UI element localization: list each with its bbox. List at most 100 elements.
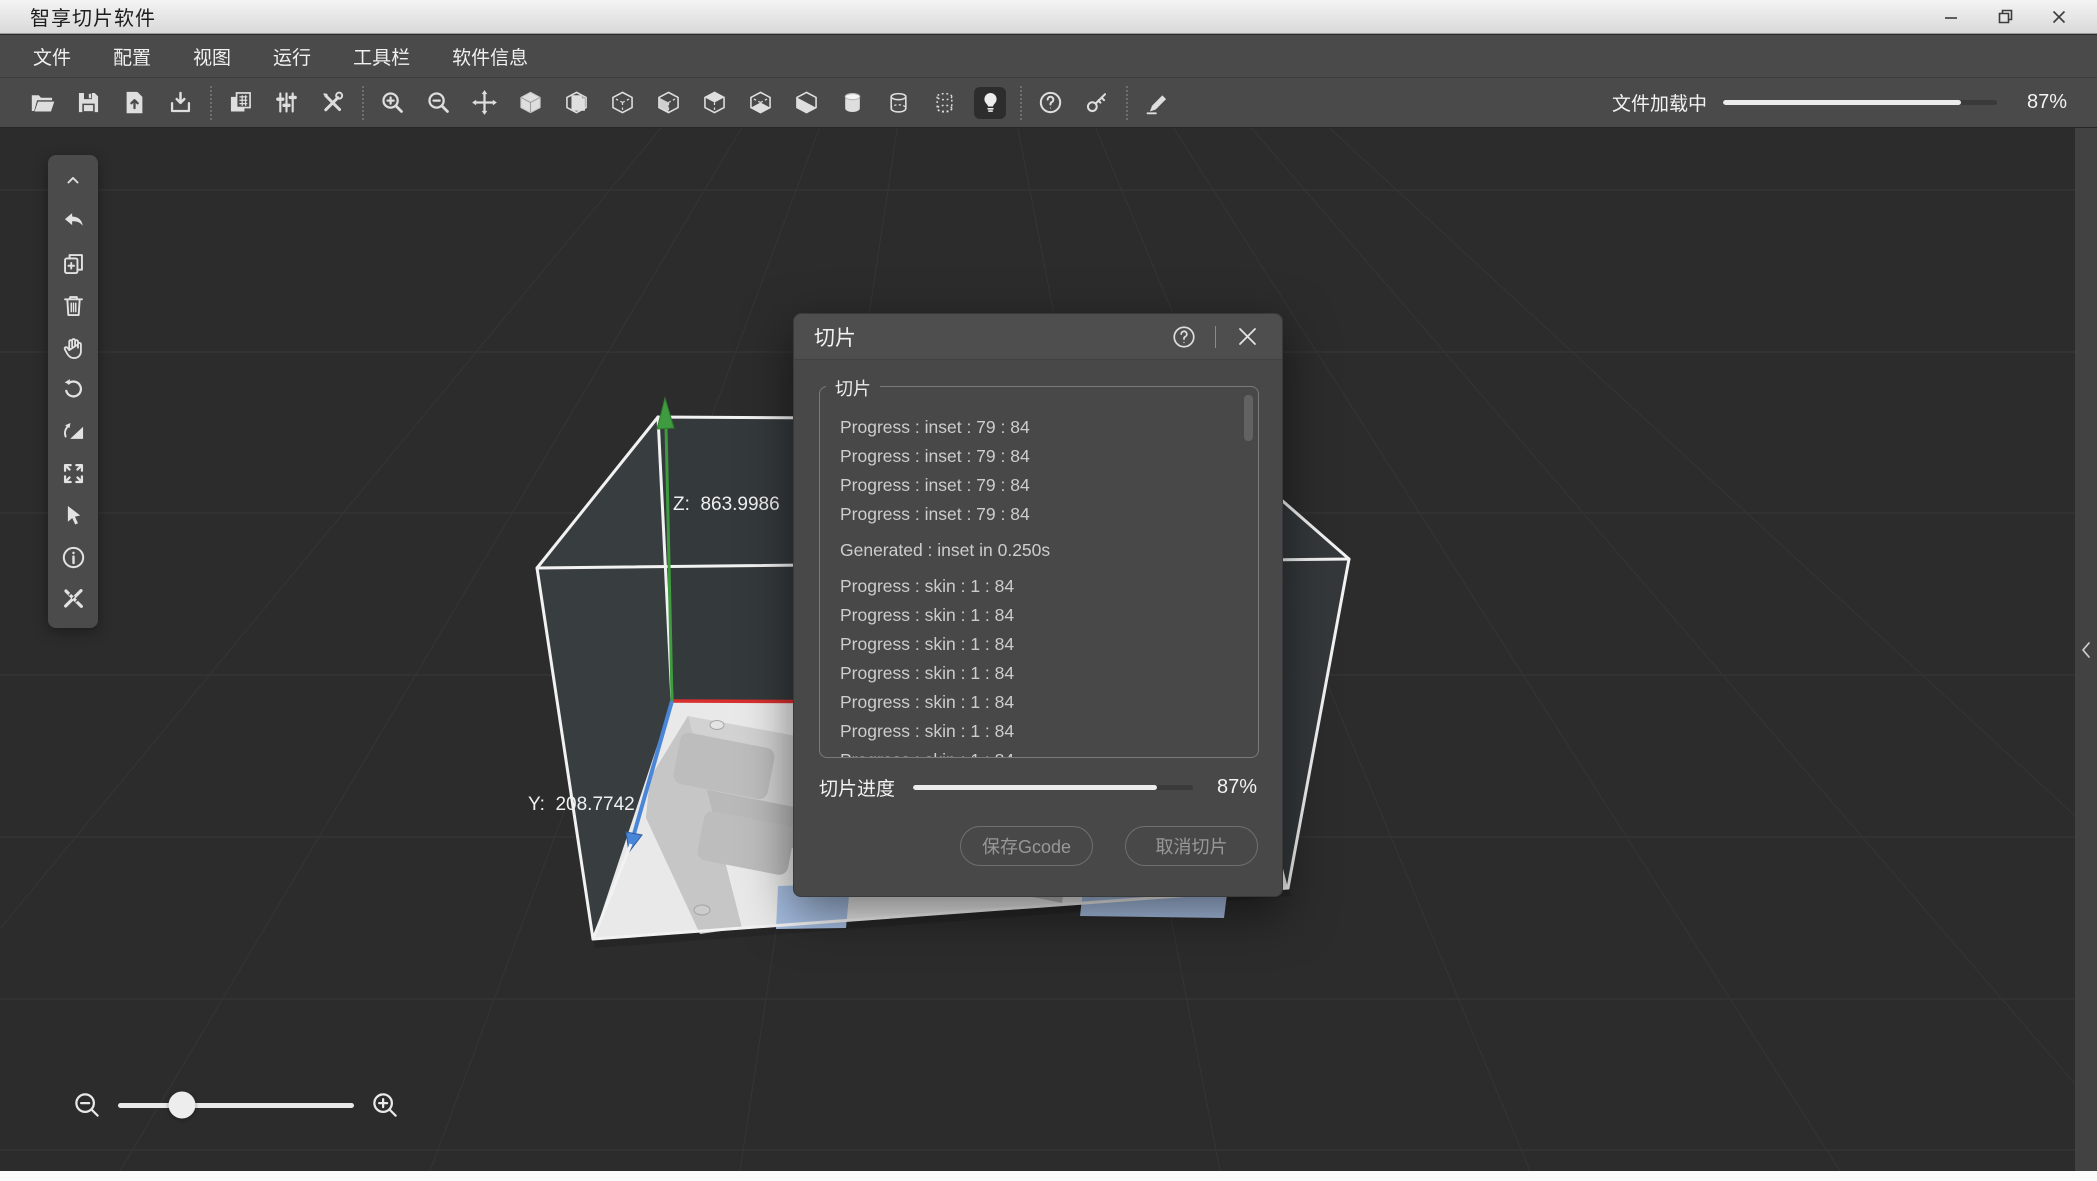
pan-button[interactable] xyxy=(56,331,90,365)
cursor-icon xyxy=(60,502,87,529)
license-key-button[interactable] xyxy=(1080,87,1112,119)
rotate-button[interactable] xyxy=(56,372,90,406)
file-loading-progress-fill xyxy=(1723,100,1961,105)
log-line: Progress : inset : 79 : 84 xyxy=(840,500,1232,529)
question-circle-icon xyxy=(1171,324,1197,350)
select-cursor-button[interactable] xyxy=(56,498,90,532)
minimize-button[interactable] xyxy=(1931,4,1971,30)
view-wireframe-cube-icon xyxy=(609,89,636,116)
menu-about[interactable]: 软件信息 xyxy=(431,35,549,77)
view-solid-cube-button[interactable] xyxy=(514,87,546,119)
view-cylinder-solid-icon xyxy=(839,89,866,116)
save-button[interactable] xyxy=(72,87,104,119)
log-scrollbar-thumb[interactable] xyxy=(1244,395,1253,441)
zoom-slider-track[interactable] xyxy=(118,1103,354,1108)
help-button[interactable] xyxy=(1034,87,1066,119)
open-folder-button[interactable] xyxy=(26,87,58,119)
close-button[interactable] xyxy=(2039,4,2079,30)
duplicate-button[interactable] xyxy=(56,247,90,281)
zoom-in-button[interactable] xyxy=(376,87,408,119)
dialog-close-button[interactable] xyxy=(1232,322,1262,352)
dialog-help-button[interactable] xyxy=(1169,322,1199,352)
chevron-up-icon xyxy=(63,170,83,190)
view-top-face-cube-icon xyxy=(701,89,728,116)
view-sheet-cube-button[interactable] xyxy=(560,87,592,119)
move-icon xyxy=(471,89,498,116)
restore-button[interactable] xyxy=(1985,4,2025,30)
export-model-button[interactable] xyxy=(164,87,196,119)
file-loading-progressbar xyxy=(1723,100,1997,105)
menu-view[interactable]: 视图 xyxy=(172,35,252,77)
view-wireframe-face-cube-icon xyxy=(655,89,682,116)
slice-group-title: 切片 xyxy=(826,375,880,401)
tools-wrench-button[interactable] xyxy=(316,87,348,119)
view-cylinder-solid-button[interactable] xyxy=(836,87,868,119)
collapse-up-button[interactable] xyxy=(56,163,90,197)
dialog-header-divider xyxy=(1215,326,1216,348)
delete-button[interactable] xyxy=(56,289,90,323)
menu-run[interactable]: 运行 xyxy=(252,35,332,77)
copy-sheet-icon xyxy=(227,89,254,116)
menu-file[interactable]: 文件 xyxy=(12,35,92,77)
light-bulb-button[interactable] xyxy=(974,87,1006,119)
log-line: Progress : inset : 79 : 84 xyxy=(840,442,1232,471)
view-cylinder-points-button[interactable] xyxy=(928,87,960,119)
info-button[interactable] xyxy=(56,540,90,574)
file-loading-indicator: 文件加载中 87% xyxy=(1612,89,2067,116)
restore-icon xyxy=(1998,9,2013,24)
mirror-button[interactable] xyxy=(56,414,90,448)
view-wireframe-face-cube-button[interactable] xyxy=(652,87,684,119)
log-line: Progress : skin : 1 : 84 xyxy=(840,659,1232,688)
viewport-3d[interactable]: Z: 863.9986 Y: 208.7742 xyxy=(0,128,2097,1171)
info-circle-icon xyxy=(60,544,87,571)
log-line: Progress : inset : 79 : 84 xyxy=(840,413,1232,442)
view-solid-cube-icon xyxy=(517,89,544,116)
fit-view-button[interactable] xyxy=(56,456,90,490)
adjust-sliders-icon xyxy=(273,89,300,116)
view-wireframe-cube-button[interactable] xyxy=(606,87,638,119)
main-toolbar: 文件加载中 87% xyxy=(0,78,2097,128)
duplicate-icon xyxy=(60,250,87,277)
view-cylinder-wireframe-button[interactable] xyxy=(882,87,914,119)
save-gcode-button[interactable]: 保存Gcode xyxy=(960,826,1093,866)
trash-icon xyxy=(60,292,87,319)
cancel-slice-button[interactable]: 取消切片 xyxy=(1125,826,1258,866)
zoom-out-icon xyxy=(425,89,452,116)
measure-button[interactable] xyxy=(56,582,90,616)
zoom-out-mini-icon[interactable] xyxy=(72,1090,102,1120)
hand-icon xyxy=(60,334,87,361)
license-key-icon xyxy=(1083,89,1110,116)
undo-icon xyxy=(60,208,87,235)
zoom-slider-thumb[interactable] xyxy=(168,1092,195,1119)
minimize-icon xyxy=(1944,10,1958,24)
menu-bar: 文件 配置 视图 运行 工具栏 软件信息 xyxy=(0,35,2097,78)
undo-button[interactable] xyxy=(56,205,90,239)
move-button[interactable] xyxy=(468,87,500,119)
menu-config[interactable]: 配置 xyxy=(92,35,172,77)
pen-button[interactable] xyxy=(1140,87,1172,119)
view-bottom-face-cube-icon xyxy=(747,89,774,116)
light-bulb-icon xyxy=(977,89,1004,116)
rotate-ccw-icon xyxy=(60,376,87,403)
window-title: 智享切片软件 xyxy=(30,2,156,31)
help-circle-icon xyxy=(1037,89,1064,116)
zoom-out-button[interactable] xyxy=(422,87,454,119)
slice-progress-row: 切片进度 87% xyxy=(794,774,1282,801)
view-cylinder-wireframe-icon xyxy=(885,89,912,116)
view-bottom-face-cube-button[interactable] xyxy=(744,87,776,119)
log-line: Progress : inset : 79 : 84 xyxy=(840,471,1232,500)
menu-toolbar[interactable]: 工具栏 xyxy=(332,35,431,77)
chevron-left-icon[interactable] xyxy=(2079,640,2093,660)
slice-dialog-title: 切片 xyxy=(814,322,856,352)
import-model-button[interactable] xyxy=(118,87,150,119)
z-axis-label: Z: 863.9986 xyxy=(673,494,780,516)
view-half-section-cube-button[interactable] xyxy=(790,87,822,119)
adjust-sliders-button[interactable] xyxy=(270,87,302,119)
log-line: Progress : skin : 1 : 84 xyxy=(840,572,1232,601)
view-top-face-cube-button[interactable] xyxy=(698,87,730,119)
toolbar-separator xyxy=(1020,86,1022,120)
slice-dialog-header[interactable]: 切片 xyxy=(794,314,1282,360)
copy-sheet-button[interactable] xyxy=(224,87,256,119)
log-line: Progress : skin : 1 : 84 xyxy=(840,717,1232,746)
zoom-in-mini-icon[interactable] xyxy=(370,1090,400,1120)
